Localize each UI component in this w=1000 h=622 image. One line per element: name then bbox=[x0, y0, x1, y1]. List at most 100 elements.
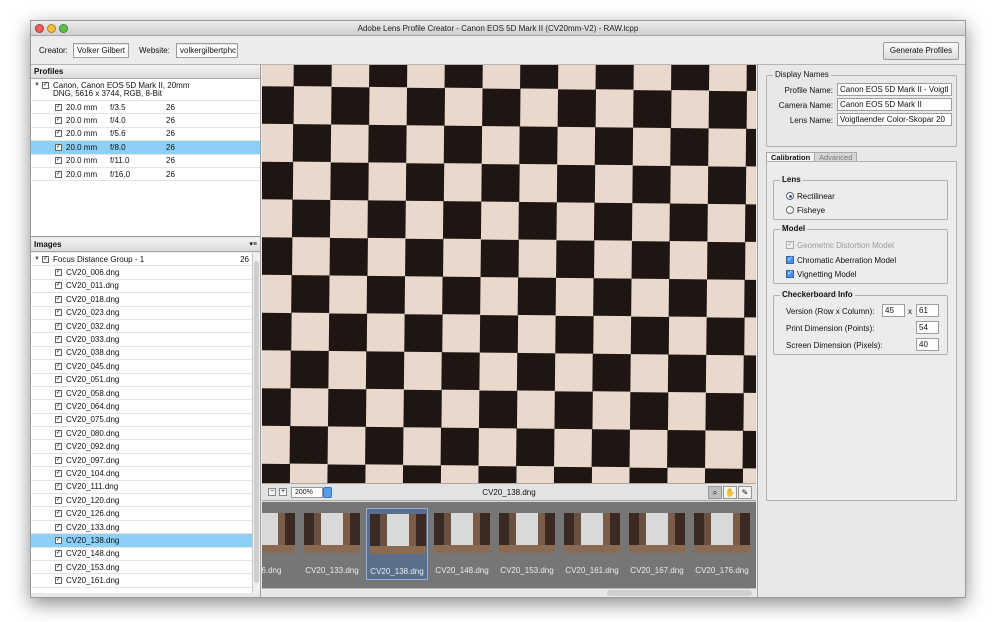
zoom-window-button[interactable] bbox=[59, 24, 68, 33]
image-row[interactable]: ✓ CV20_006.dng bbox=[31, 266, 252, 280]
image-row[interactable]: ✓ CV20_023.dng bbox=[31, 307, 252, 320]
profile-row[interactable]: ✓ 20.0 mm f/4.0 26 bbox=[31, 114, 260, 128]
image-row[interactable]: ✓ CV20_133.dng bbox=[31, 521, 252, 535]
image-row[interactable]: ✓ CV20_032.dng bbox=[31, 320, 252, 334]
hand-tool-icon[interactable]: ✋ bbox=[723, 486, 737, 499]
checkbox-icon[interactable]: ✓ bbox=[55, 429, 62, 437]
columns-field[interactable]: 61 bbox=[916, 304, 939, 317]
rows-field[interactable]: 45 bbox=[882, 304, 905, 317]
checkbox-icon[interactable]: ✓ bbox=[55, 469, 62, 477]
checkbox-icon[interactable]: ✓ bbox=[55, 336, 62, 344]
image-group-row[interactable]: ▼ ✓ Focus Distance Group - 1 26 bbox=[31, 253, 252, 267]
profile-row[interactable]: ✓ 20.0 mm f/5.6 26 bbox=[31, 128, 260, 142]
image-row[interactable]: ✓ CV20_011.dng bbox=[31, 280, 252, 294]
images-menu-icon[interactable]: ▾≡ bbox=[249, 238, 257, 252]
profile-name-field[interactable]: Canon EOS 5D Mark II - Voigtl bbox=[837, 83, 952, 96]
website-field[interactable]: volkergilbertphc bbox=[176, 43, 238, 58]
image-row[interactable]: ✓ CV20_092.dng bbox=[31, 440, 252, 454]
image-row[interactable]: ✓ CV20_161.dng bbox=[31, 574, 252, 588]
checkbox-icon[interactable]: ✓ bbox=[55, 309, 62, 317]
disclosure-triangle-icon[interactable]: ▼ bbox=[34, 82, 42, 88]
image-row[interactable]: ✓ CV20_064.dng bbox=[31, 400, 252, 414]
image-row[interactable]: ✓ CV20_033.dng bbox=[31, 333, 252, 347]
close-window-button[interactable] bbox=[35, 24, 44, 33]
geometric-checkbox[interactable]: ✓ bbox=[786, 241, 794, 249]
checkbox-icon[interactable]: ✓ bbox=[42, 82, 49, 89]
checkbox-icon[interactable]: ✓ bbox=[55, 376, 62, 384]
tab-calibration[interactable]: Calibration bbox=[766, 152, 816, 162]
profile-row[interactable]: ✓ 20.0 mm f/3.5 26 bbox=[31, 101, 260, 115]
minimize-window-button[interactable] bbox=[47, 24, 56, 33]
image-row[interactable]: ✓ CV20_080.dng bbox=[31, 427, 252, 441]
image-row[interactable]: ✓ CV20_148.dng bbox=[31, 548, 252, 561]
vignetting-checkbox[interactable]: ✓ bbox=[786, 270, 794, 278]
magnifier-tool-icon[interactable]: ⌕ bbox=[708, 486, 722, 499]
print-dimension-field[interactable]: 54 bbox=[916, 321, 939, 334]
checkbox-icon[interactable]: ✓ bbox=[55, 170, 62, 178]
image-row[interactable]: ✓ CV20_111.dng bbox=[31, 481, 252, 495]
images-scrollbar[interactable] bbox=[252, 253, 260, 593]
checkerboard-preview[interactable] bbox=[262, 65, 756, 483]
image-row[interactable]: ✓ CV20_104.dng bbox=[31, 467, 252, 481]
creator-field[interactable]: Volker Gilbert bbox=[73, 43, 129, 58]
checkbox-icon[interactable]: ✓ bbox=[55, 563, 62, 571]
filmstrip-thumbnail[interactable]: CV20_167.dng bbox=[626, 508, 688, 580]
image-row[interactable]: ✓ CV20_120.dng bbox=[31, 494, 252, 508]
checkbox-icon[interactable]: ✓ bbox=[55, 130, 62, 138]
checkbox-icon[interactable]: ✓ bbox=[55, 456, 62, 464]
filmstrip-scrollbar[interactable] bbox=[262, 588, 756, 597]
checkbox-icon[interactable]: ✓ bbox=[55, 295, 62, 303]
filmstrip-thumbnail[interactable]: CV20_176.dng bbox=[691, 508, 753, 580]
scrollbar-thumb[interactable] bbox=[254, 261, 259, 583]
disclosure-triangle-icon[interactable]: ▼ bbox=[34, 256, 42, 262]
filmstrip-thumbnail[interactable]: CV20_133.dng bbox=[301, 508, 363, 580]
checkbox-icon[interactable]: ✓ bbox=[55, 402, 62, 410]
chromatic-checkbox[interactable]: ✓ bbox=[786, 256, 794, 264]
image-row[interactable]: ✓ CV20_038.dng bbox=[31, 347, 252, 361]
checkbox-icon[interactable]: ✓ bbox=[55, 523, 62, 531]
filmstrip-thumbnail[interactable]: 126.dng bbox=[262, 508, 298, 580]
image-row[interactable]: ✓ CV20_075.dng bbox=[31, 414, 252, 428]
checkbox-icon[interactable]: ✓ bbox=[55, 322, 62, 330]
checkbox-icon[interactable]: ✓ bbox=[55, 510, 62, 518]
filmstrip-thumbnail[interactable]: CV20_148.dng bbox=[431, 508, 493, 580]
filmstrip-thumbnail[interactable]: CV20_153.dng bbox=[496, 508, 558, 580]
image-row[interactable]: ✓ CV20_045.dng bbox=[31, 360, 252, 374]
image-row[interactable]: ✓ CV20_126.dng bbox=[31, 507, 252, 521]
camera-name-field[interactable]: Canon EOS 5D Mark II bbox=[837, 98, 952, 111]
filmstrip-thumbnail[interactable]: CV20_161.dng bbox=[561, 508, 623, 580]
checkbox-icon[interactable]: ✓ bbox=[55, 536, 62, 544]
fisheye-radio[interactable] bbox=[786, 206, 794, 214]
checkbox-icon[interactable]: ✓ bbox=[55, 349, 62, 357]
image-row[interactable]: ✓ CV20_138.dng bbox=[31, 534, 252, 548]
checkbox-icon[interactable]: ✓ bbox=[55, 157, 62, 165]
checkbox-icon[interactable]: ✓ bbox=[55, 550, 62, 558]
checkbox-icon[interactable]: ✓ bbox=[55, 443, 62, 451]
image-row[interactable]: ✓ CV20_018.dng bbox=[31, 293, 252, 307]
image-row[interactable]: ✓ CV20_058.dng bbox=[31, 387, 252, 401]
checkbox-icon[interactable]: ✓ bbox=[42, 255, 49, 263]
checkbox-icon[interactable]: ✓ bbox=[55, 577, 62, 585]
checkbox-icon[interactable]: ✓ bbox=[55, 103, 62, 111]
scrollbar-thumb[interactable] bbox=[607, 590, 752, 596]
image-row[interactable]: ✓ CV20_097.dng bbox=[31, 454, 252, 468]
profile-row[interactable]: ✓ 20.0 mm f/16.0 26 bbox=[31, 168, 260, 182]
checkbox-icon[interactable]: ✓ bbox=[55, 269, 62, 277]
screen-dimension-field[interactable]: 40 bbox=[916, 338, 939, 351]
image-row[interactable]: ✓ CV20_051.dng bbox=[31, 374, 252, 387]
checkbox-icon[interactable]: ✓ bbox=[55, 483, 62, 491]
tab-advanced[interactable]: Advanced bbox=[814, 152, 858, 162]
image-row[interactable]: ✓ CV20_153.dng bbox=[31, 561, 252, 575]
lens-name-field[interactable]: Voigtlaender Color-Skopar 20 bbox=[837, 113, 952, 126]
checkbox-icon[interactable]: ✓ bbox=[55, 389, 62, 397]
profile-row[interactable]: ✓ 20.0 mm f/11.0 26 bbox=[31, 155, 260, 168]
profile-group-row[interactable]: ▼ ✓ Canon, Canon EOS 5D Mark II, 20mm DN… bbox=[31, 79, 260, 101]
checkbox-icon[interactable]: ✓ bbox=[55, 362, 62, 370]
rectilinear-radio[interactable] bbox=[786, 192, 794, 200]
eyedropper-tool-icon[interactable]: ✎ bbox=[738, 486, 752, 499]
checkbox-icon[interactable]: ✓ bbox=[55, 117, 62, 125]
checkbox-icon[interactable]: ✓ bbox=[55, 282, 62, 290]
generate-profiles-button[interactable]: Generate Profiles bbox=[883, 42, 959, 60]
checkbox-icon[interactable]: ✓ bbox=[55, 143, 62, 151]
checkbox-icon[interactable]: ✓ bbox=[55, 416, 62, 424]
